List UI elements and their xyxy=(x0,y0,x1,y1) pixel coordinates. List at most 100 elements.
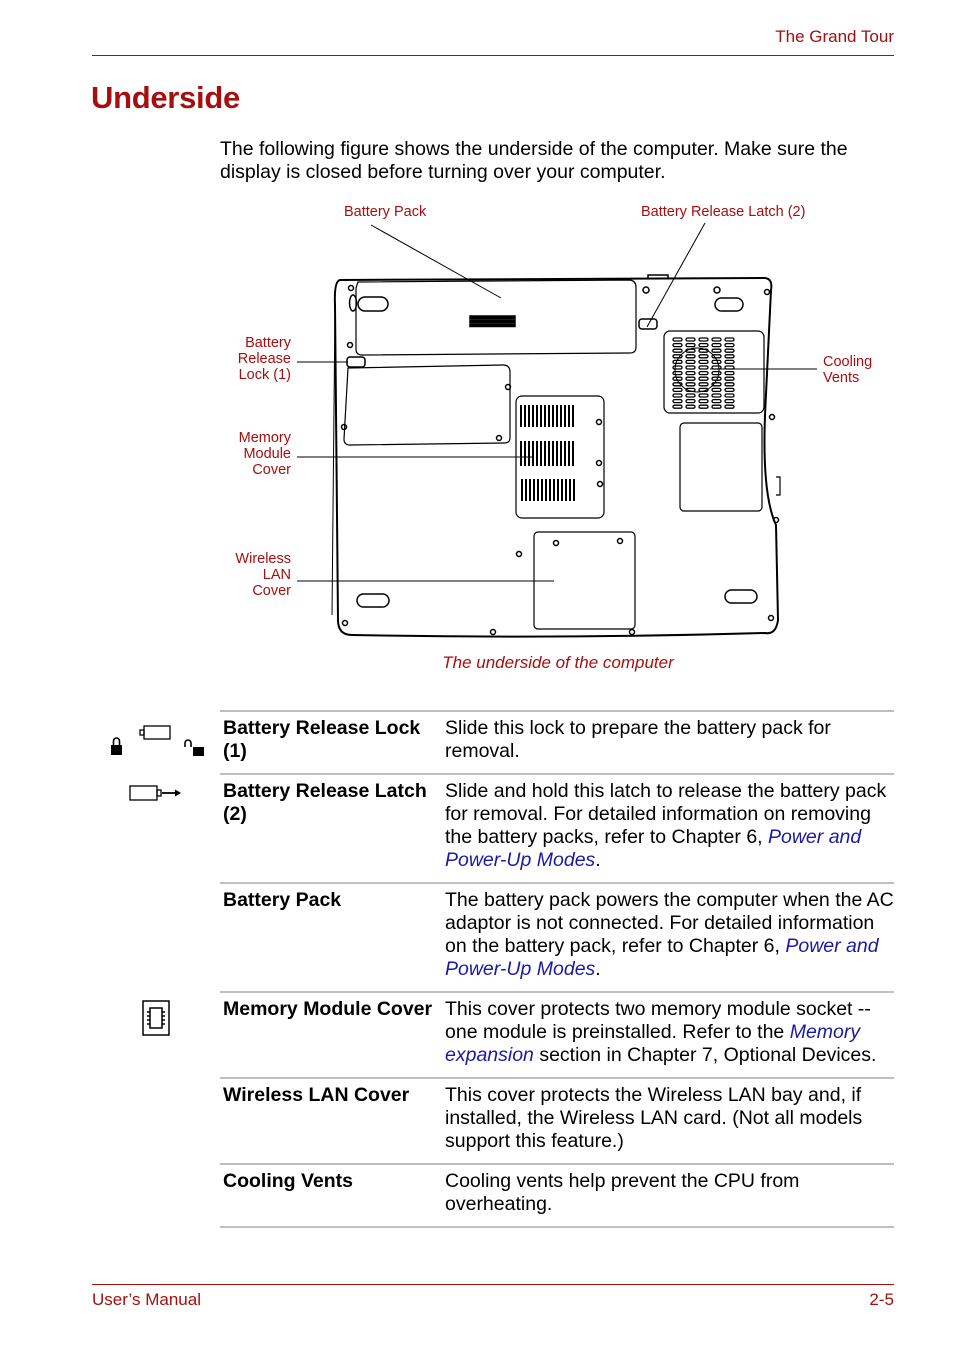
memory-slots xyxy=(520,405,575,501)
vent-slot xyxy=(724,359,735,365)
description-cell: Slide this lock to prepare the battery p… xyxy=(443,710,894,774)
callout-line: Wireless xyxy=(235,551,291,567)
vent-slot xyxy=(711,393,722,398)
vent-slot xyxy=(672,342,683,348)
vent-slot xyxy=(698,354,709,359)
vent-slot xyxy=(685,398,696,404)
description-cell: Cooling vents help prevent the CPU from … xyxy=(443,1163,894,1228)
vent-slot xyxy=(724,398,735,404)
vent-slot xyxy=(711,348,722,353)
vent-slot xyxy=(685,393,696,398)
table-row: Battery Pack The battery pack powers the … xyxy=(220,882,894,992)
vent-slot xyxy=(711,398,722,404)
vent-slot xyxy=(685,382,696,387)
vent-slot xyxy=(698,370,709,376)
vent-slot xyxy=(672,393,683,398)
description-text-tail: . xyxy=(595,849,601,871)
vent-slot xyxy=(672,348,683,353)
vent-slot xyxy=(685,359,696,365)
callout-line: Module xyxy=(243,446,291,462)
description-text: Slide this lock to prepare the battery p… xyxy=(445,717,831,762)
callout-memory-module-cover: Memory Module Cover xyxy=(220,430,291,478)
header-rule xyxy=(92,55,894,56)
battery-release-icon xyxy=(129,785,181,801)
vent-slot xyxy=(724,387,735,393)
callout-line: Memory xyxy=(238,430,291,446)
page-number: 2-5 xyxy=(869,1290,894,1309)
description-cell: Slide and hold this latch to release the… xyxy=(443,773,894,883)
callout-battery-release-lock: Battery Release Lock (1) xyxy=(220,335,291,383)
battery-icon xyxy=(139,725,171,740)
figure-caption: The underside of the computer xyxy=(442,653,674,672)
laptop-underside-drawing xyxy=(297,222,817,638)
callout-line: LAN xyxy=(262,567,291,583)
vent-slot xyxy=(685,354,696,359)
unlock-icon xyxy=(184,739,204,756)
vent-slot xyxy=(672,398,683,404)
memory-chip-icon xyxy=(142,1000,170,1036)
vent-slot xyxy=(711,342,722,348)
callout-cooling-vents: Cooling Vents xyxy=(823,354,872,386)
callout-line: Vents xyxy=(823,370,860,386)
vent-slot xyxy=(724,382,735,387)
term-cell: Battery Release Lock (1) xyxy=(220,710,443,774)
vent-slot xyxy=(698,398,709,404)
underside-figure: Battery Pack Battery Release Latch (2) B… xyxy=(220,195,900,685)
vent-slot xyxy=(711,337,722,342)
vent-slot xyxy=(685,404,696,409)
callout-line: Cover xyxy=(252,462,291,478)
vent-slot xyxy=(698,404,709,409)
vent-slot xyxy=(698,342,709,348)
footer-manual-title: User’s Manual xyxy=(92,1290,201,1309)
lock-battery-unlock-icon xyxy=(111,725,204,756)
callout-line: Lock (1) xyxy=(238,367,291,383)
vent-slot xyxy=(724,404,735,409)
callout-line: Release xyxy=(237,351,291,367)
vent-slot xyxy=(685,342,696,348)
description-cell: This cover protects two memory module so… xyxy=(443,991,894,1078)
vent-slot xyxy=(698,337,709,342)
description-text: This cover protects the Wireless LAN bay… xyxy=(445,1084,863,1152)
vent-slot xyxy=(711,404,722,409)
table-row: Battery Release Lock (1) Slide this lock … xyxy=(220,710,894,774)
lock-icon xyxy=(111,737,122,755)
term-cell: Cooling Vents xyxy=(220,1163,443,1228)
callout-wireless-lan-cover: Wireless LAN Cover xyxy=(220,551,291,599)
table-row: Memory Module Cover This cover protects t… xyxy=(220,991,894,1078)
vent-slot xyxy=(698,365,709,370)
vent-slot xyxy=(724,376,735,381)
callout-line: Cooling xyxy=(823,354,873,370)
vent-slot xyxy=(685,365,696,370)
vent-slot xyxy=(685,376,696,381)
vent-slot xyxy=(685,337,696,342)
description-cell: This cover protects the Wireless LAN bay… xyxy=(443,1077,894,1164)
vent-slot xyxy=(724,354,735,359)
description-text-tail: . xyxy=(595,958,601,980)
vent-slot xyxy=(724,393,735,398)
vent-slot xyxy=(672,387,683,393)
callout-line: Cover xyxy=(252,583,291,599)
vent-slot xyxy=(711,387,722,393)
table-row: Wireless LAN Cover This cover protects th… xyxy=(220,1077,894,1164)
description-text: Cooling vents help prevent the CPU from … xyxy=(445,1170,800,1215)
vent-slot xyxy=(698,382,709,387)
term-cell: Battery Release Latch (2) xyxy=(220,773,443,883)
description-cell: The battery pack powers the computer whe… xyxy=(443,882,894,992)
vent-slot xyxy=(711,370,722,376)
vent-slot xyxy=(672,370,683,376)
intro-paragraph: The following figure shows the underside… xyxy=(220,138,848,183)
description-text-tail: section in Chapter 7, Optional Devices. xyxy=(533,1044,877,1066)
term-cell: Battery Pack xyxy=(220,882,443,992)
page-title: Underside xyxy=(91,80,240,115)
vent-slot xyxy=(724,337,735,342)
callout-battery-pack: Battery Pack xyxy=(344,204,427,220)
footer-rule xyxy=(92,1284,894,1285)
vent-slot xyxy=(698,393,709,398)
vent-slot xyxy=(724,348,735,353)
running-header: The Grand Tour xyxy=(775,27,894,46)
vent-slot xyxy=(724,342,735,348)
vent-slot xyxy=(672,404,683,409)
vent-slot xyxy=(672,365,683,370)
term-cell: Wireless LAN Cover xyxy=(220,1077,443,1164)
table-row: Cooling Vents Cooling vents help prevent … xyxy=(220,1163,894,1228)
